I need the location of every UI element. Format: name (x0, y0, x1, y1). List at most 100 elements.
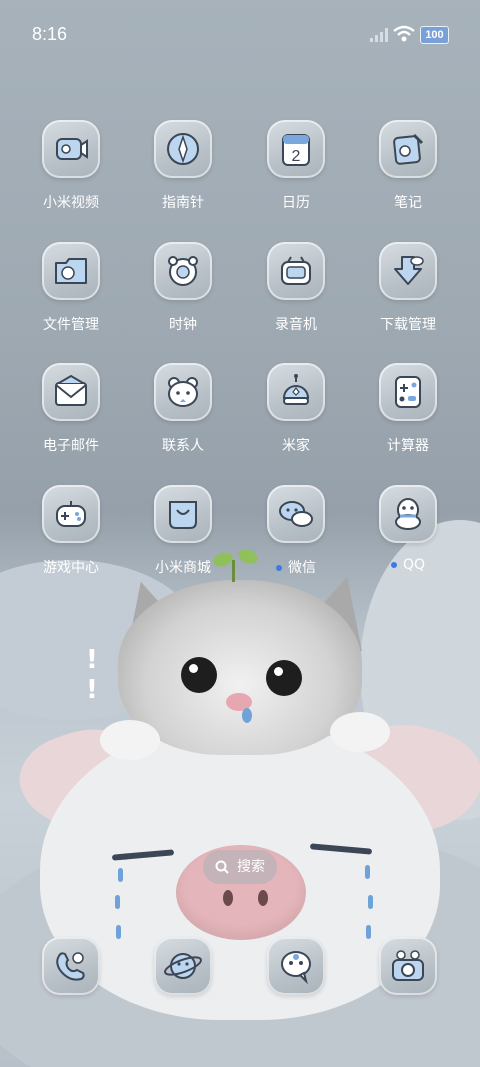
compass-icon (167, 133, 199, 165)
app-label: 小米视频 (43, 195, 99, 211)
app-xiaomi-video[interactable]: 小米视频 (15, 120, 127, 230)
app-recorder[interactable]: 录音机 (240, 242, 352, 352)
app-notes[interactable]: 笔记 (352, 120, 464, 230)
video-icon (56, 138, 88, 160)
wallpaper-cat-eye (181, 657, 217, 693)
app-tile[interactable] (154, 485, 212, 543)
wallpaper-tear (366, 925, 371, 939)
camera-icon (392, 950, 424, 981)
app-game-center[interactable]: 游戏中心 (15, 485, 127, 595)
app-label: 游戏中心 (43, 560, 99, 576)
notes-icon (393, 133, 424, 165)
wallpaper-cat-paw (100, 720, 160, 760)
app-tile[interactable] (379, 363, 437, 421)
app-label: 小米商城 (155, 560, 211, 576)
app-label: 文件管理 (43, 317, 99, 333)
wallpaper-tear (368, 895, 373, 909)
recorder-icon (281, 256, 311, 285)
app-tile[interactable] (154, 120, 212, 178)
battery-indicator: 100 (420, 26, 449, 44)
dock-camera[interactable] (379, 937, 437, 995)
app-xiaomi-store[interactable]: 小米商城 (127, 485, 239, 595)
gamepad-icon (56, 501, 86, 527)
app-tile[interactable] (267, 363, 325, 421)
app-compass[interactable]: 指南针 (127, 120, 239, 230)
app-tile[interactable] (42, 937, 100, 995)
app-tile[interactable] (154, 242, 212, 300)
clock-icon (168, 256, 198, 286)
app-tile[interactable] (154, 937, 212, 995)
mijia-icon (282, 374, 310, 405)
app-tile[interactable] (267, 242, 325, 300)
dock-phone[interactable] (42, 937, 100, 995)
app-tile[interactable] (379, 242, 437, 300)
app-tile[interactable] (379, 937, 437, 995)
search-button[interactable]: 搜索 (203, 850, 277, 884)
calculator-icon (395, 376, 421, 408)
app-label: 微信 (240, 557, 352, 577)
app-tile[interactable] (379, 485, 437, 543)
app-tile[interactable] (42, 485, 100, 543)
search-icon (215, 860, 229, 874)
app-calculator[interactable]: 计算器 (352, 363, 464, 473)
app-tile[interactable] (42, 363, 100, 421)
app-tile[interactable] (267, 485, 325, 543)
wallpaper-pig-nostril (223, 890, 233, 906)
folder-icon (55, 258, 87, 284)
app-label: 日历 (282, 195, 310, 211)
app-label: 时钟 (169, 317, 197, 333)
contacts-icon (168, 377, 198, 407)
app-label: QQ (352, 557, 464, 573)
app-contacts[interactable]: 联系人 (127, 363, 239, 473)
download-icon (394, 256, 424, 285)
app-tile[interactable]: 2 (267, 120, 325, 178)
status-time: 8:16 (32, 24, 68, 44)
app-calendar[interactable]: 2 日历 (240, 120, 352, 230)
app-mijia[interactable]: 米家 (240, 363, 352, 473)
app-tile[interactable] (379, 120, 437, 178)
app-label: 计算器 (387, 438, 429, 454)
wallpaper-exclamation: ! ! (86, 645, 98, 705)
wechat-icon (279, 501, 313, 527)
wallpaper-cat-paw (330, 712, 390, 752)
app-clock[interactable]: 时钟 (127, 242, 239, 352)
dock-browser[interactable] (154, 937, 212, 995)
wallpaper-tear (118, 868, 123, 882)
app-email[interactable]: 电子邮件 (15, 363, 127, 473)
signal-icon (370, 28, 388, 42)
app-label: 联系人 (162, 438, 204, 454)
wifi-icon (393, 25, 415, 42)
app-label: 下载管理 (380, 317, 436, 333)
app-tile[interactable] (42, 120, 100, 178)
dock-messages[interactable] (267, 937, 325, 995)
app-label-text: 微信 (288, 560, 316, 576)
app-download-manager[interactable]: 下载管理 (352, 242, 464, 352)
calendar-date: 2 (292, 148, 301, 165)
app-label: 笔记 (394, 195, 422, 211)
notification-dot (390, 562, 397, 568)
notification-dot (276, 565, 282, 571)
wallpaper-tear (116, 925, 121, 939)
wallpaper-tear (365, 865, 370, 879)
app-label: 录音机 (275, 317, 317, 333)
mail-icon (55, 374, 87, 406)
app-file-manager[interactable]: 文件管理 (15, 242, 127, 352)
app-label: 电子邮件 (43, 438, 99, 454)
calendar-icon: 2 (282, 134, 310, 166)
wallpaper-tear (115, 895, 120, 909)
phone-icon (56, 952, 85, 981)
search-label: 搜索 (237, 859, 265, 875)
shop-icon (169, 501, 197, 529)
app-wechat[interactable]: 微信 (240, 485, 352, 595)
qq-icon (395, 498, 421, 530)
status-bar: 8:16 100 (0, 0, 480, 68)
app-tile[interactable] (42, 242, 100, 300)
wallpaper-cat-eye (266, 660, 302, 696)
wallpaper-pig-nostril (258, 890, 268, 906)
wallpaper-cat-tear (242, 708, 252, 723)
app-tile[interactable] (154, 363, 212, 421)
app-qq[interactable]: QQ (352, 485, 464, 595)
app-tile[interactable] (267, 937, 325, 995)
messages-icon (281, 951, 311, 985)
app-label: 米家 (282, 438, 310, 454)
